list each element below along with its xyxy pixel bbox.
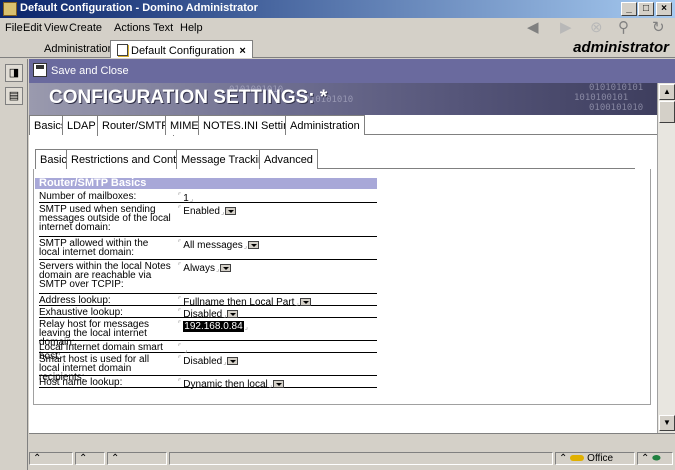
field-value: Disabled xyxy=(183,356,223,367)
smtp-outside-select[interactable]: ⌜ Enabled⌟ xyxy=(178,205,237,218)
field-row-smart-host-all: Smart host is used for all local interne… xyxy=(39,354,377,383)
servers-reachable-select[interactable]: ⌜ Always⌟ xyxy=(178,262,232,275)
save-icon xyxy=(33,63,47,77)
scroll-up-icon[interactable]: ▲ xyxy=(659,84,675,100)
status-bar: ⌃ ⌃ ⌃ ⌃ Office ⌃ ⬬ xyxy=(29,433,675,470)
dropdown-arrow-icon[interactable] xyxy=(225,207,237,215)
tab-administration-form[interactable]: Administration xyxy=(285,115,365,135)
document-icon xyxy=(117,44,128,56)
menu-file[interactable]: File xyxy=(5,22,23,34)
menu-bar: File Edit View Create Actions Text Help … xyxy=(0,18,675,38)
scroll-thumb[interactable] xyxy=(659,101,675,123)
form-tabs: Basics LDAP Router/SMTP MIME NOTES.INI S… xyxy=(29,115,657,136)
field-label: Address lookup: xyxy=(39,295,111,306)
field-label: Exhaustive lookup: xyxy=(39,307,123,318)
key-icon xyxy=(570,455,585,461)
section-header: Router/SMTP Basics xyxy=(35,178,377,189)
bookmark-bar: ◨ ▤ xyxy=(0,59,28,470)
replication-status[interactable]: ⌃ ⬬ xyxy=(637,452,673,465)
tab-ldap[interactable]: LDAP xyxy=(62,115,101,135)
action-bar: Save and Close xyxy=(29,59,675,83)
field-row-smtp-outside: SMTP used when sending messages outside … xyxy=(39,204,377,237)
sub-tabs: Basics Restrictions and Controls Message… xyxy=(35,149,635,170)
status-segment[interactable]: ⌃ xyxy=(29,452,73,465)
replication-icon: ⬬ xyxy=(652,453,661,464)
field-row-address-lookup: Address lookup: ⌜ Fullname then Local Par… xyxy=(39,295,377,308)
field-row-number-of-mailboxes: Number of mailboxes: ⌜ 1⌟ xyxy=(39,191,377,204)
field-value: 192.168.0.84 xyxy=(183,321,244,332)
location-label: Office xyxy=(587,453,614,464)
menu-text[interactable]: Text xyxy=(153,22,173,34)
field-label: SMTP allowed within the local internet d… xyxy=(39,238,149,258)
status-segment[interactable]: ⌃ xyxy=(75,452,105,465)
tab-administration[interactable]: Administration xyxy=(38,40,120,58)
location-selector[interactable]: ⌃ Office xyxy=(555,452,635,465)
save-and-close-button[interactable]: Save and Close xyxy=(33,63,129,79)
banner-binary-line: 0101010101 xyxy=(589,83,644,93)
close-tab-icon[interactable]: × xyxy=(239,45,245,57)
field-value: All messages xyxy=(183,240,243,251)
search-icon[interactable]: ⚲ xyxy=(618,18,629,36)
configuration-banner: 0101001010 1010101010 0101010101 1010100… xyxy=(29,83,657,115)
field-label: Servers within the local Notes domain ar… xyxy=(39,261,171,290)
menu-create[interactable]: Create xyxy=(69,22,102,34)
databases-icon[interactable]: ▤ xyxy=(5,87,23,105)
field-value: Dynamic then local xyxy=(183,379,268,390)
forward-arrow-icon[interactable]: ▶ xyxy=(560,18,572,36)
dropdown-arrow-icon[interactable] xyxy=(273,380,285,388)
field-label: SMTP used when sending messages outside … xyxy=(39,204,171,233)
save-and-close-label: Save and Close xyxy=(51,65,129,77)
field-row-host-name-lookup: Host name lookup: ⌜ Dynamic then local⌟ xyxy=(39,377,377,391)
menu-view[interactable]: View xyxy=(44,22,68,34)
field-label: Number of mailboxes: xyxy=(39,191,137,202)
refresh-icon[interactable]: ↻ xyxy=(652,18,665,36)
subtab-advanced[interactable]: Advanced xyxy=(259,149,318,169)
field-value: Always xyxy=(183,263,215,274)
vertical-scrollbar[interactable]: ▲ ▼ xyxy=(657,83,675,433)
minimize-button[interactable]: _ xyxy=(621,2,637,16)
menu-help[interactable]: Help xyxy=(180,22,203,34)
dropdown-arrow-icon[interactable] xyxy=(227,310,239,318)
field-row-smart-host: Local Internet domain smart host: ⌜ ⌟ xyxy=(39,342,377,362)
dropdown-arrow-icon[interactable] xyxy=(299,298,311,306)
relay-host-field[interactable]: ⌜ 192.168.0.84 ⌟ xyxy=(178,320,248,333)
stop-icon[interactable]: ⊗ xyxy=(590,18,603,36)
smart-host-all-select[interactable]: ⌜ Disabled⌟ xyxy=(178,355,239,368)
menu-actions[interactable]: Actions xyxy=(114,22,150,34)
status-message xyxy=(169,452,553,465)
window-title: Default Configuration - Domino Administr… xyxy=(20,2,258,14)
banner-binary-line: 0100101010 xyxy=(589,103,644,113)
document-area: Basics LDAP Router/SMTP MIME NOTES.INI S… xyxy=(29,115,657,433)
banner-binary-line: 1010100101 xyxy=(574,93,629,103)
title-bar: Default Configuration - Domino Administr… xyxy=(0,0,675,18)
host-name-lookup-select[interactable]: ⌜ Dynamic then local⌟ xyxy=(178,378,285,391)
page-title: CONFIGURATION SETTINGS: * xyxy=(49,87,328,108)
user-label: administrator xyxy=(573,39,669,56)
field-row-exhaustive-lookup: Exhaustive lookup: ⌜ Disabled⌟ xyxy=(39,307,377,320)
domino-app-icon[interactable] xyxy=(3,2,17,16)
menu-edit[interactable]: Edit xyxy=(23,22,42,34)
tab-default-configuration[interactable]: Default Configuration × xyxy=(110,40,253,58)
field-row-relay-host: Relay host for messages leaving the loca… xyxy=(39,319,377,348)
dropdown-arrow-icon[interactable] xyxy=(227,357,239,365)
status-segment[interactable]: ⌃ xyxy=(107,452,167,465)
bookmark-icon[interactable]: ◨ xyxy=(5,64,23,82)
field-row-smtp-within: SMTP allowed within the local internet d… xyxy=(39,238,377,260)
field-value: 1 xyxy=(183,193,189,204)
tab-default-configuration-label: Default Configuration xyxy=(131,45,235,57)
smtp-within-select[interactable]: ⌜ All messages⌟ xyxy=(178,239,260,252)
close-button[interactable]: × xyxy=(656,2,672,16)
tab-router-smtp[interactable]: Router/SMTP xyxy=(97,115,174,136)
window-tab-strip: Administration Default Configuration × a… xyxy=(0,38,675,58)
field-label: Host name lookup: xyxy=(39,377,123,388)
dropdown-arrow-icon[interactable] xyxy=(220,264,232,272)
dropdown-arrow-icon[interactable] xyxy=(248,241,260,249)
maximize-button[interactable]: □ xyxy=(638,2,654,16)
field-value: Enabled xyxy=(183,206,220,217)
back-arrow-icon[interactable]: ◀ xyxy=(527,18,539,36)
scroll-down-icon[interactable]: ▼ xyxy=(659,415,675,431)
field-row-servers-reachable: Servers within the local Notes domain ar… xyxy=(39,261,377,294)
